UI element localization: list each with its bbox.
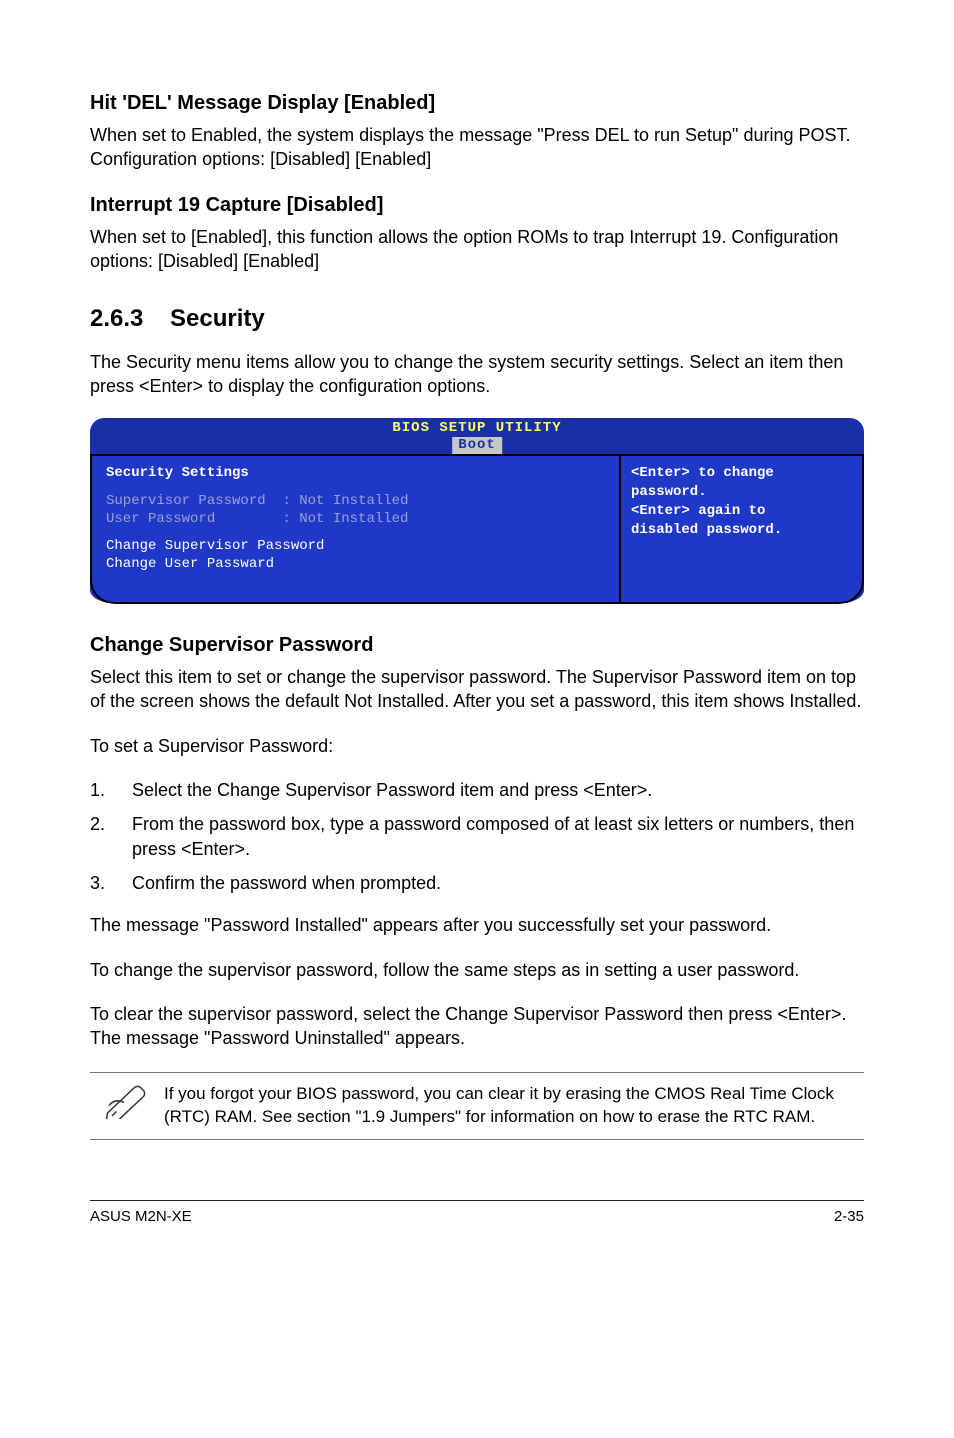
heading-change-supervisor: Change Supervisor Password — [90, 632, 864, 659]
bios-title: BIOS SETUP UTILITY — [90, 420, 864, 437]
note-text: If you forgot your BIOS password, you ca… — [164, 1083, 864, 1129]
body-hit-del: When set to Enabled, the system displays… — [90, 123, 864, 172]
page-footer: ASUS M2N-XE 2-35 — [90, 1200, 864, 1227]
heading-number: 2.6.3 — [90, 303, 170, 335]
bios-row-label: Supervisor Password — [106, 493, 266, 509]
bios-action-change-supervisor: Change Supervisor Password — [106, 538, 605, 556]
bios-action-change-user: Change User Passward — [106, 556, 605, 574]
bios-help-line: password. — [631, 483, 852, 502]
bios-help-line: disabled password. — [631, 521, 852, 540]
bios-left-pane: Security Settings Supervisor Password : … — [90, 454, 619, 604]
step-text: Select the Change Supervisor Password it… — [132, 778, 864, 802]
footer-left: ASUS M2N-XE — [90, 1207, 192, 1227]
bios-right-pane: <Enter> to change password. <Enter> agai… — [619, 454, 864, 604]
spacer — [106, 528, 605, 538]
intro-security: The Security menu items allow you to cha… — [90, 350, 864, 399]
p-change-super-3: The message "Password Installed" appears… — [90, 913, 864, 937]
steps-list: 1.Select the Change Supervisor Password … — [90, 778, 864, 895]
bios-row-supervisor: Supervisor Password : Not Installed — [106, 493, 605, 511]
p-change-super-5: To clear the supervisor password, select… — [90, 1002, 864, 1051]
pencil-note-icon — [104, 1083, 150, 1119]
footer-right: 2-35 — [834, 1207, 864, 1227]
bios-row-user: User Password : Not Installed — [106, 511, 605, 529]
bios-screenshot: BIOS SETUP UTILITY Boot Security Setting… — [90, 418, 864, 604]
bios-help-line: <Enter> to change — [631, 464, 852, 483]
bios-row-label: User Password — [106, 511, 215, 527]
note-icon — [90, 1083, 164, 1119]
p-change-super-1: Select this item to set or change the su… — [90, 665, 864, 714]
bios-row-value: : Not Installed — [282, 493, 408, 509]
bios-row-value: : Not Installed — [282, 511, 408, 527]
step-number: 1. — [90, 778, 132, 802]
bios-body: Security Settings Supervisor Password : … — [90, 454, 864, 604]
heading-title: Security — [170, 305, 265, 332]
p-change-super-2: To set a Supervisor Password: — [90, 734, 864, 758]
bios-help-line: <Enter> again to — [631, 502, 852, 521]
bios-tab-boot: Boot — [452, 437, 502, 454]
heading-hit-del: Hit 'DEL' Message Display [Enabled] — [90, 90, 864, 117]
body-interrupt19: When set to [Enabled], this function all… — [90, 225, 864, 274]
step-text: Confirm the password when prompted. — [132, 871, 864, 895]
p-change-super-4: To change the supervisor password, follo… — [90, 958, 864, 982]
bios-titlebar: BIOS SETUP UTILITY Boot — [90, 418, 864, 454]
heading-security: 2.6.3Security — [90, 303, 864, 335]
step-number: 2. — [90, 812, 132, 861]
bios-security-settings-header: Security Settings — [106, 464, 605, 483]
note-block: If you forgot your BIOS password, you ca… — [90, 1072, 864, 1140]
heading-interrupt19: Interrupt 19 Capture [Disabled] — [90, 192, 864, 219]
step-item: 3.Confirm the password when prompted. — [90, 871, 864, 895]
step-item: 2.From the password box, type a password… — [90, 812, 864, 861]
step-text: From the password box, type a password c… — [132, 812, 864, 861]
step-item: 1.Select the Change Supervisor Password … — [90, 778, 864, 802]
step-number: 3. — [90, 871, 132, 895]
